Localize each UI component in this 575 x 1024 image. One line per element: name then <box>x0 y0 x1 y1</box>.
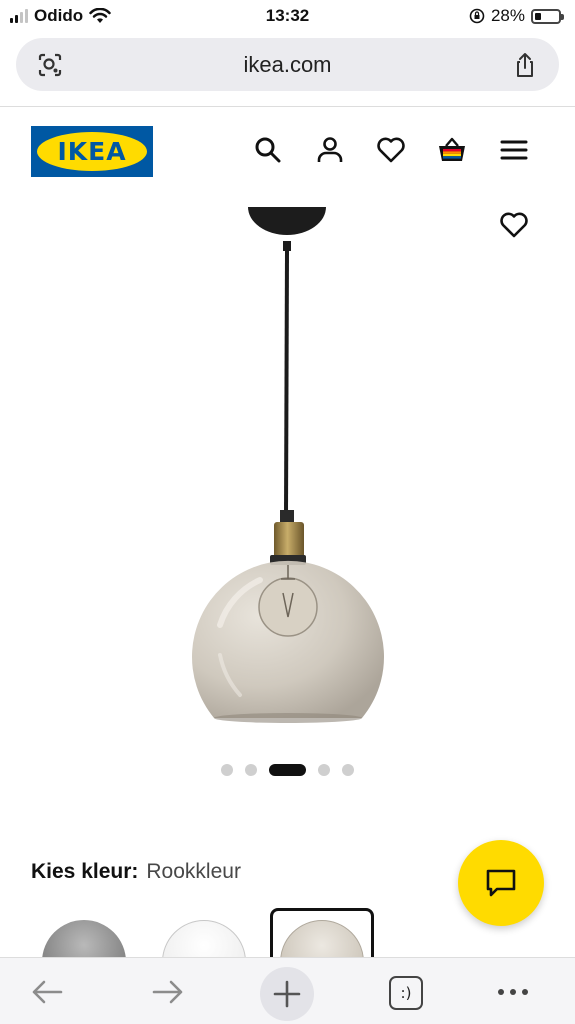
url-text[interactable]: ikea.com <box>16 52 559 78</box>
rotation-lock-icon <box>469 8 485 24</box>
carousel-dot-active[interactable] <box>269 764 306 776</box>
battery-percent: 28% <box>490 6 525 25</box>
color-swatch-clear[interactable] <box>152 910 256 960</box>
add-to-favorites-icon[interactable] <box>498 209 530 241</box>
account-icon[interactable] <box>314 134 346 166</box>
battery-icon <box>531 8 564 24</box>
chat-button[interactable] <box>458 840 544 926</box>
browser-toolbar: :) <box>0 957 575 1024</box>
plus-icon <box>273 980 301 1008</box>
ikea-logo[interactable]: IKEA <box>31 126 153 177</box>
new-tab-button[interactable] <box>260 967 314 1021</box>
carousel-dot[interactable] <box>245 764 257 776</box>
basket-icon[interactable] <box>436 134 468 166</box>
color-label: Kies kleur: <box>31 860 139 883</box>
color-picker-row: Kies kleur: Rookkleur <box>31 860 241 884</box>
more-icon[interactable] <box>496 974 532 1010</box>
carousel-dot[interactable] <box>221 764 233 776</box>
back-icon[interactable] <box>29 974 65 1010</box>
address-bar[interactable]: ikea.com <box>16 38 559 91</box>
carousel-dot[interactable] <box>342 764 354 776</box>
selected-color: Rookkleur <box>146 860 241 883</box>
heart-icon[interactable] <box>375 134 407 166</box>
carousel-dot[interactable] <box>318 764 330 776</box>
carousel-dots[interactable] <box>0 763 575 777</box>
header-divider <box>0 106 575 107</box>
logo-text: IKEA <box>57 137 127 166</box>
menu-icon[interactable] <box>498 134 530 166</box>
chat-icon <box>486 869 516 897</box>
share-icon[interactable] <box>511 51 539 79</box>
color-swatch-grey[interactable] <box>32 910 136 960</box>
product-image[interactable] <box>0 195 575 750</box>
forward-icon[interactable] <box>150 974 186 1010</box>
search-icon[interactable] <box>252 134 284 166</box>
status-right: 28% <box>469 6 564 26</box>
color-swatch-smoke[interactable] <box>270 908 374 958</box>
status-bar: Odido 13:32 28% <box>0 0 575 32</box>
tabs-button[interactable]: :) <box>389 976 423 1010</box>
